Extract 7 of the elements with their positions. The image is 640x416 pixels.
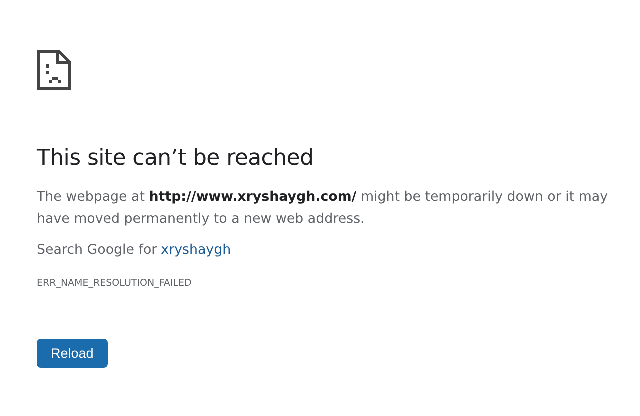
error-message: The webpage at http://www.xryshaygh.com/ might be temporarily down or it may have moved permanently to a new web address. — [37, 189, 610, 229]
error-heading: This site can’t be reached — [37, 146, 314, 171]
search-suggestion: Search Google for — [37, 243, 158, 258]
error-code: ERR_NAME_RESOLUTION_FAILED — [37, 278, 192, 289]
search-link[interactable]: xryshaygh — [161, 243, 232, 258]
sad-page-icon — [37, 50, 71, 90]
reload-button[interactable]: Reload — [37, 339, 108, 368]
